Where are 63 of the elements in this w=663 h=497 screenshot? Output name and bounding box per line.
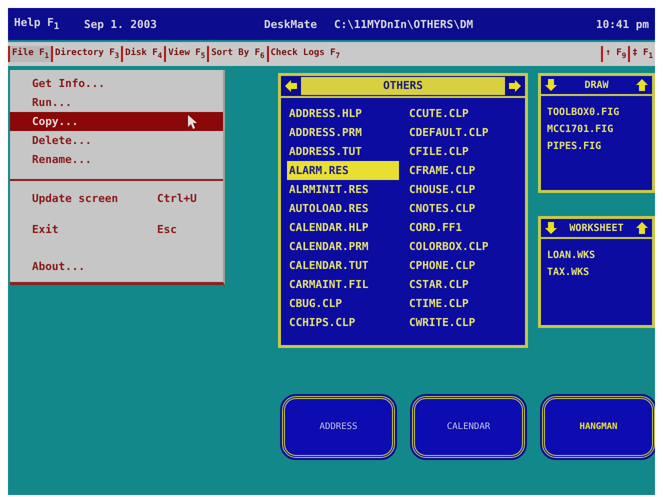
- panel-title: WORKSHEET: [568, 222, 625, 234]
- left-arrow-icon[interactable]: [284, 79, 298, 93]
- file-item[interactable]: TOOLBOX0.FIG: [547, 104, 620, 121]
- file-item[interactable]: ALARM.RES: [287, 161, 399, 180]
- file-item[interactable]: PIPES.FIG: [547, 138, 602, 155]
- file-item[interactable]: CPHONE.CLP: [407, 256, 519, 275]
- file-item[interactable]: ADDRESS.HLP: [287, 104, 399, 123]
- menu-item[interactable]: Exit Esc: [10, 220, 223, 239]
- down-arrow-icon[interactable]: [544, 221, 558, 235]
- up-arrow-icon[interactable]: [635, 221, 649, 235]
- menu-item[interactable]: Copy...: [10, 112, 223, 131]
- menu-item[interactable]: ↑ F$_{9}$: [601, 46, 628, 62]
- app-button[interactable]: HANGMAN: [542, 396, 655, 458]
- menu-item[interactable]: Check Logs F$_{7}$: [266, 46, 342, 62]
- help-label[interactable]: Help F$_{1}$: [14, 16, 84, 32]
- file-item[interactable]: CFRAME.CLP: [407, 161, 519, 180]
- file-item[interactable]: LOAN.WKS: [547, 247, 596, 264]
- menu-item[interactable]: Directory F$_{3}$: [51, 46, 122, 62]
- file-item[interactable]: CARMAINT.FIL: [287, 275, 399, 294]
- menu-item[interactable]: Get Info...: [10, 74, 223, 93]
- file-item[interactable]: ADDRESS.TUT: [287, 142, 399, 161]
- menu-item[interactable]: Rename...: [10, 150, 223, 169]
- date-label: Sep 1. 2003: [84, 18, 158, 30]
- file-item[interactable]: CSTAR.CLP: [407, 275, 519, 294]
- file-item[interactable]: CWRITE.CLP: [407, 313, 519, 332]
- time-label: 10:41 pm: [596, 18, 649, 30]
- app-button[interactable]: CALENDAR: [412, 396, 525, 458]
- menu-item[interactable]: About...: [10, 257, 223, 276]
- file-item[interactable]: CDEFAULT.CLP: [407, 123, 519, 142]
- file-item[interactable]: CHOUSE.CLP: [407, 180, 519, 199]
- menu-item[interactable]: View F$_{5}$: [164, 46, 208, 62]
- file-item[interactable]: CTIME.CLP: [407, 294, 519, 313]
- menu-item[interactable]: Sort By F$_{6}$: [207, 46, 267, 62]
- app-title: DeskMate: [264, 18, 318, 30]
- menu-item[interactable]: ‡ F$_{1}$: [628, 46, 655, 62]
- app-button[interactable]: ADDRESS: [282, 396, 395, 458]
- file-item[interactable]: CORD.FF1: [407, 218, 519, 237]
- file-item[interactable]: MCC1701.FIG: [547, 121, 614, 138]
- menu-item[interactable]: Delete...: [10, 131, 223, 150]
- up-arrow-icon[interactable]: [635, 78, 649, 92]
- file-item[interactable]: ALRMINIT.RES: [287, 180, 399, 199]
- file-item[interactable]: CALENDAR.PRM: [287, 237, 399, 256]
- menu-item[interactable]: Disk F$_{4}$: [121, 46, 164, 62]
- panel-title: OTHERS: [301, 77, 505, 95]
- mouse-pointer-icon: [188, 115, 198, 129]
- menu-item[interactable]: Run...: [10, 93, 223, 112]
- down-arrow-icon[interactable]: [544, 78, 558, 92]
- file-item[interactable]: CALENDAR.TUT: [287, 256, 399, 275]
- panel-title: DRAW: [583, 80, 610, 90]
- file-item[interactable]: CALENDAR.HLP: [287, 218, 399, 237]
- file-item[interactable]: CCUTE.CLP: [407, 104, 519, 123]
- file-item[interactable]: CNOTES.CLP: [407, 199, 519, 218]
- file-item[interactable]: AUTOLOAD.RES: [287, 199, 399, 218]
- file-item[interactable]: COLORBOX.CLP: [407, 237, 519, 256]
- menu-item[interactable]: File F$_{1}$: [8, 46, 52, 62]
- file-item[interactable]: ADDRESS.PRM: [287, 123, 399, 142]
- menu-item[interactable]: Update screen Ctrl+U: [10, 189, 223, 208]
- path-label: C:\11MYDnIn\OTHERS\DM: [334, 18, 474, 30]
- file-item[interactable]: CFILE.CLP: [407, 142, 519, 161]
- right-arrow-icon[interactable]: [508, 79, 522, 93]
- file-item[interactable]: TAX.WKS: [547, 264, 590, 281]
- file-item[interactable]: CCHIPS.CLP: [287, 313, 399, 332]
- file-item[interactable]: CBUG.CLP: [287, 294, 399, 313]
